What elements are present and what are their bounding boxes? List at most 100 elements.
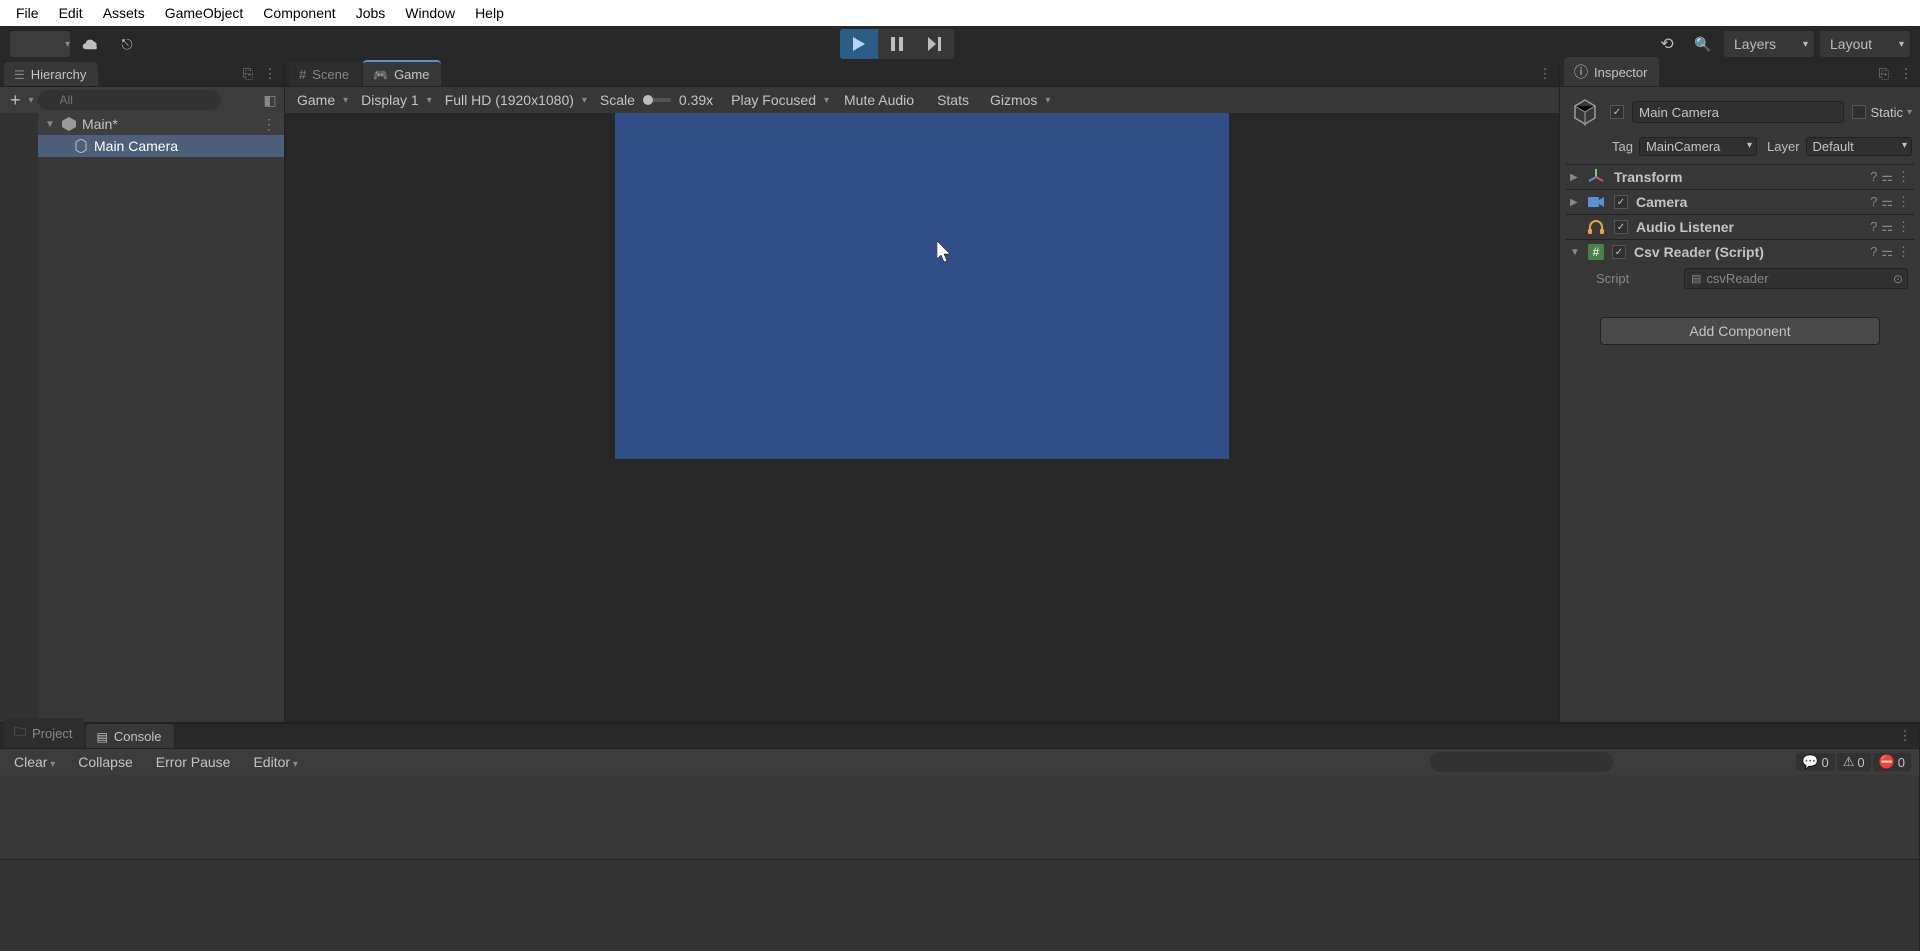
lock-icon[interactable]: ⎘ [1876,66,1892,82]
editor-dropdown[interactable]: Editor [243,752,308,772]
game-toolbar: Game Display 1 Full HD (1920x1080) Scale… [285,87,1559,113]
kebab-icon[interactable]: ⋮ [1898,66,1914,82]
object-name-input[interactable] [1632,101,1844,123]
layout-dropdown[interactable]: Layout ▾ [1820,31,1910,57]
hierarchy-search-input[interactable] [38,90,221,110]
menu-help[interactable]: Help [465,2,514,24]
tab-console[interactable]: ▤ Console [86,724,173,748]
account-button[interactable]: ▾ [10,31,70,57]
warn-count-toggle[interactable]: ⚠0 [1837,753,1871,771]
collapse-icon[interactable]: ▼ [44,119,56,130]
component-csv-reader: ▼ # ✓ Csv Reader (Script) ?⚎⋮ Script ▤ c… [1566,239,1914,301]
stats-toggle[interactable]: Stats [927,90,980,110]
lock-icon[interactable]: ⎘ [240,66,256,82]
expand-icon[interactable]: ▶ [1570,197,1580,208]
preset-icon[interactable]: ⚎ [1881,194,1893,210]
add-component-button[interactable]: Add Component [1600,317,1880,345]
vcs-icon: ⎋ [121,36,132,53]
preset-icon[interactable]: ⚎ [1881,169,1893,185]
help-icon[interactable]: ? [1870,244,1877,260]
menu-window[interactable]: Window [395,2,465,24]
display-dropdown[interactable]: Display 1 [353,89,435,111]
collapse-toggle[interactable]: Collapse [68,752,143,772]
expand-icon[interactable]: ▶ [1570,172,1580,183]
object-picker-icon[interactable]: ⊙ [1893,272,1903,286]
static-checkbox[interactable] [1852,105,1866,119]
gizmos-dropdown[interactable]: Gizmos [982,89,1053,111]
global-search-button[interactable]: 🔍 [1688,31,1718,57]
tab-inspector[interactable]: ⓘ Inspector [1564,57,1659,86]
script-object-field[interactable]: ▤ csvReader ⊙ [1684,268,1908,289]
undo-history-button[interactable]: ⟲ [1652,31,1682,57]
component-header-transform[interactable]: ▶ Transform ?⚎⋮ [1566,165,1914,189]
enable-checkbox[interactable]: ✓ [1614,220,1628,234]
scene-row-main[interactable]: ▼ Main* ⋮ [38,113,284,135]
menu-component[interactable]: Component [253,2,345,24]
kebab-icon[interactable]: ⋮ [1897,194,1910,210]
kebab-icon[interactable]: ⋮ [262,66,278,82]
clear-button[interactable]: Clear [4,752,66,772]
active-checkbox[interactable]: ✓ [1610,105,1624,119]
play-button[interactable] [840,29,878,59]
help-icon[interactable]: ? [1870,219,1877,235]
scene-kebab-icon[interactable]: ⋮ [262,116,276,133]
kebab-icon[interactable]: ⋮ [1897,728,1913,744]
collapse-icon[interactable]: ▼ [1570,247,1580,258]
inspector-body: ✓ Static ▾ Tag MainCamera Layer Default [1560,87,1920,722]
error-icon: ⛔ [1879,754,1895,770]
slider-knob[interactable] [643,95,653,105]
preset-icon[interactable]: ⚎ [1881,219,1893,235]
component-header-csv-reader[interactable]: ▼ # ✓ Csv Reader (Script) ?⚎⋮ [1566,240,1914,264]
menu-assets[interactable]: Assets [93,2,155,24]
kebab-icon[interactable]: ⋮ [1897,219,1910,235]
kebab-icon[interactable]: ⋮ [1897,244,1910,260]
error-pause-toggle[interactable]: Error Pause [146,752,242,772]
pause-button[interactable] [878,29,916,59]
enable-checkbox[interactable]: ✓ [1614,195,1628,209]
menu-gameobject[interactable]: GameObject [155,2,254,24]
step-button[interactable] [916,29,954,59]
tab-project[interactable]: 🗀 Project [4,718,84,748]
hierarchy-item-main-camera[interactable]: Main Camera [38,135,284,157]
help-icon[interactable]: ? [1870,194,1877,210]
menu-jobs[interactable]: Jobs [346,2,396,24]
console-detail[interactable] [0,859,1919,951]
camera-icon [1588,196,1606,208]
tag-dropdown[interactable]: MainCamera [1639,137,1757,156]
kebab-icon[interactable]: ⋮ [1537,66,1553,82]
component-header-camera[interactable]: ▶ ✓ Camera ?⚎⋮ [1566,190,1914,214]
search-mode-icon[interactable]: ◧ [262,92,278,108]
create-button[interactable]: + [6,90,25,111]
tab-scene[interactable]: # Scene [289,62,361,86]
game-canvas-area[interactable] [285,113,1559,722]
mute-audio-toggle[interactable]: Mute Audio [834,90,925,110]
play-focus-dropdown[interactable]: Play Focused [723,89,832,111]
cloud-button[interactable] [76,31,106,57]
scale-slider[interactable] [643,98,671,102]
hierarchy-tree[interactable]: ▼ Main* ⋮ Main Camera [38,113,284,722]
help-icon[interactable]: ? [1870,169,1877,185]
menu-file[interactable]: File [6,2,49,24]
kebab-icon[interactable]: ⋮ [1897,169,1910,185]
enable-checkbox[interactable]: ✓ [1612,245,1626,259]
tab-hierarchy[interactable]: ☰ Hierarchy [4,62,98,86]
gameobject-icon[interactable] [1568,95,1602,129]
game-view-dropdown[interactable]: Game [289,89,351,111]
error-count-toggle[interactable]: ⛔0 [1873,753,1911,771]
layers-dropdown[interactable]: Layers ▾ [1724,31,1814,57]
chevron-down-icon[interactable]: ▾ [29,95,34,106]
layer-dropdown[interactable]: Default [1806,137,1912,156]
console-search-input[interactable] [1430,752,1613,772]
component-header-audio-listener[interactable]: ▶ ✓ Audio Listener ?⚎⋮ [1566,215,1914,239]
tab-game[interactable]: 🎮 Game [363,60,441,86]
version-control-button[interactable]: ⎋ [112,31,142,57]
menu-edit[interactable]: Edit [49,2,93,24]
script-file-icon: ▤ [1691,272,1701,285]
preset-icon[interactable]: ⚎ [1881,244,1893,260]
chevron-down-icon[interactable]: ▾ [1907,107,1912,118]
pause-icon [891,37,903,51]
console-body[interactable] [0,775,1919,859]
info-count-toggle[interactable]: 💬0 [1796,753,1834,771]
gameobject-icon [74,139,88,153]
resolution-dropdown[interactable]: Full HD (1920x1080) [437,89,590,111]
